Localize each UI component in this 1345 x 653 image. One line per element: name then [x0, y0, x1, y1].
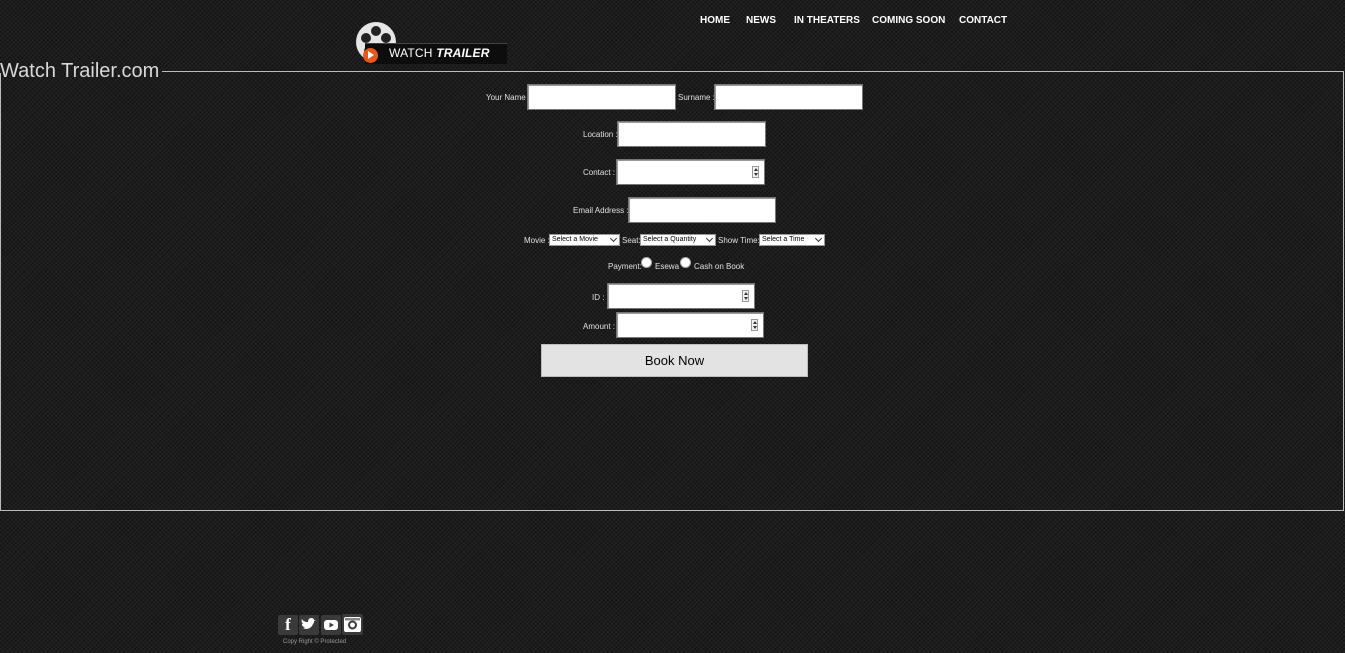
site-logo[interactable]: WATCH TRAILER — [355, 22, 510, 66]
payment-label: Payment: — [608, 262, 642, 271]
seat-select[interactable]: Select a Quantity — [640, 234, 716, 246]
copyright-text: Copy Right © Protected — [283, 639, 347, 645]
surname-input[interactable] — [714, 84, 863, 110]
amount-spinner-icon[interactable] — [751, 319, 758, 331]
movie-select-value: Select a Movie — [552, 236, 598, 243]
chevron-down-icon — [705, 235, 714, 243]
cash-on-book-radio[interactable] — [680, 257, 691, 268]
logo-prefix: WATCH — [389, 46, 433, 60]
movie-select[interactable]: Select a Movie — [549, 234, 620, 246]
instagram-icon[interactable] — [342, 614, 363, 635]
id-label: ID : — [592, 293, 605, 302]
nav-in-theaters[interactable]: IN THEATERS — [794, 15, 860, 26]
esewa-radio[interactable] — [641, 257, 652, 268]
contact-spinner-icon[interactable] — [752, 166, 759, 178]
youtube-play-glyph — [324, 620, 338, 630]
nav-contact[interactable]: CONTACT — [959, 15, 1007, 26]
email-input[interactable] — [628, 197, 776, 223]
nav-home[interactable]: HOME — [700, 15, 730, 26]
youtube-icon[interactable] — [321, 615, 341, 635]
location-label: Location : — [583, 130, 618, 139]
email-label: Email Address : — [573, 206, 629, 215]
amount-input[interactable] — [616, 312, 764, 338]
your-name-input[interactable] — [527, 84, 676, 110]
show-time-select[interactable]: Select a Time — [759, 234, 825, 246]
book-now-button[interactable]: Book Now — [541, 344, 808, 377]
play-icon — [363, 48, 378, 63]
seat-select-value: Select a Quantity — [643, 236, 697, 243]
nav-coming-soon[interactable]: COMING SOON — [872, 15, 945, 26]
esewa-label: Esewa — [655, 262, 680, 271]
id-input[interactable] — [607, 283, 755, 309]
chevron-down-icon — [814, 235, 823, 243]
movie-label: Movie : — [524, 236, 550, 245]
cash-on-book-label: Cash on Book — [694, 262, 745, 271]
fieldset-legend: Watch Trailer.com — [0, 60, 160, 82]
contact-label: Contact : — [583, 168, 616, 177]
logo-emphasis: TRAILER — [436, 46, 490, 60]
contact-number-input[interactable] — [616, 159, 765, 185]
seat-label: Seat: — [622, 236, 641, 245]
id-spinner-icon[interactable] — [742, 290, 749, 302]
nav-news[interactable]: NEWS — [746, 15, 776, 26]
surname-label: Surname : — [678, 93, 715, 102]
logo-text: WATCH TRAILER — [389, 46, 490, 60]
show-time-label: Show Time: — [718, 236, 760, 245]
twitter-icon[interactable] — [299, 615, 319, 635]
camera-glyph — [344, 617, 361, 632]
chevron-down-icon — [609, 235, 618, 243]
amount-label: Amount : — [583, 322, 616, 331]
twitter-bird-glyph — [301, 618, 316, 629]
location-input[interactable] — [617, 121, 766, 147]
your-name-label: Your Name : — [486, 93, 531, 102]
facebook-icon[interactable]: f — [278, 615, 298, 635]
show-time-select-value: Select a Time — [762, 236, 805, 243]
